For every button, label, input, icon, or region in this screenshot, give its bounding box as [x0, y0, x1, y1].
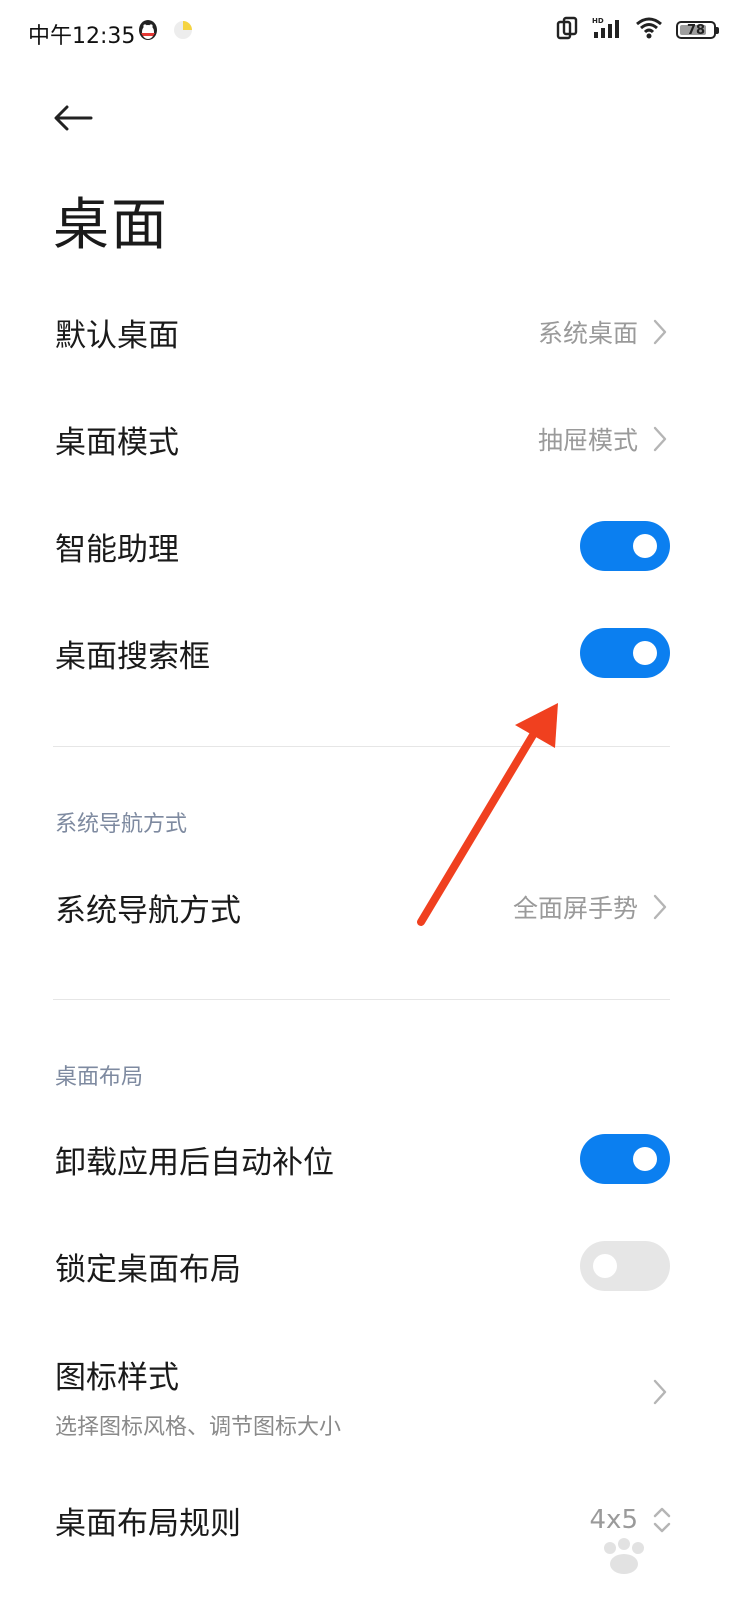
default-desktop-label: 默认桌面 — [55, 317, 179, 354]
layout-rule-label: 桌面布局规则 — [55, 1505, 241, 1542]
system-navigation-row[interactable]: 系统导航方式 全面屏手势 — [0, 879, 738, 935]
chevron-right-icon — [653, 894, 667, 920]
weather-icon — [171, 18, 195, 46]
lock-layout-label: 锁定桌面布局 — [55, 1251, 241, 1288]
divider — [53, 999, 670, 1000]
desktop-mode-value: 抽屉模式 — [537, 426, 638, 455]
back-button[interactable] — [50, 98, 96, 138]
layout-section-header: 桌面布局 — [55, 1065, 144, 1090]
battery-level: 78 — [686, 22, 706, 38]
auto-fill-label: 卸载应用后自动补位 — [55, 1144, 334, 1181]
desktop-mode-row[interactable]: 桌面模式 抽屉模式 — [0, 411, 738, 467]
system-navigation-label: 系统导航方式 — [55, 892, 241, 929]
qq-penguin-icon — [137, 18, 159, 46]
signal-hd-icon: HD — [592, 16, 622, 44]
divider — [53, 746, 670, 747]
nav-section-header: 系统导航方式 — [55, 812, 188, 837]
up-down-chevron-icon — [653, 1507, 671, 1533]
chevron-right-icon — [653, 319, 667, 345]
baidu-watermark-logo — [604, 1538, 644, 1574]
desktop-search-toggle[interactable] — [580, 628, 670, 678]
back-arrow-icon — [54, 105, 93, 131]
icon-style-subtitle: 选择图标风格、调节图标大小 — [55, 1415, 342, 1440]
status-time: 中午12:35 — [28, 24, 136, 49]
status-right-icons: HD 78 — [556, 16, 719, 44]
desktop-search-label: 桌面搜索框 — [55, 638, 210, 675]
status-bar: 中午12:35 HD 78 — [0, 0, 738, 66]
desktop-search-row: 桌面搜索框 — [0, 625, 738, 681]
smart-assistant-toggle[interactable] — [580, 521, 670, 571]
status-left-icons — [137, 18, 195, 46]
auto-fill-row: 卸载应用后自动补位 — [0, 1131, 738, 1187]
svg-text:HD: HD — [592, 17, 604, 25]
chevron-right-icon — [653, 1379, 667, 1405]
layout-rule-value: 4x5 — [589, 1505, 638, 1535]
default-desktop-row[interactable]: 默认桌面 系统桌面 — [0, 304, 738, 360]
battery-icon: 78 — [676, 21, 719, 39]
lock-layout-toggle[interactable] — [580, 1241, 670, 1291]
icon-style-label: 图标样式 — [55, 1360, 179, 1396]
smart-assistant-label: 智能助理 — [55, 531, 179, 568]
nfc-icon — [556, 16, 578, 44]
auto-fill-toggle[interactable] — [580, 1134, 670, 1184]
wifi-icon — [636, 17, 662, 43]
desktop-mode-label: 桌面模式 — [55, 424, 179, 461]
smart-assistant-row: 智能助理 — [0, 518, 738, 574]
lock-layout-row: 锁定桌面布局 — [0, 1238, 738, 1294]
page-title: 桌面 — [53, 193, 169, 258]
icon-style-text: 图标样式 选择图标风格、调节图标大小 — [55, 1352, 341, 1441]
icon-style-row[interactable]: 图标样式 选择图标风格、调节图标大小 — [0, 1352, 738, 1440]
default-desktop-value: 系统桌面 — [537, 319, 638, 348]
chevron-right-icon — [653, 426, 667, 452]
system-navigation-value: 全面屏手势 — [512, 894, 638, 923]
